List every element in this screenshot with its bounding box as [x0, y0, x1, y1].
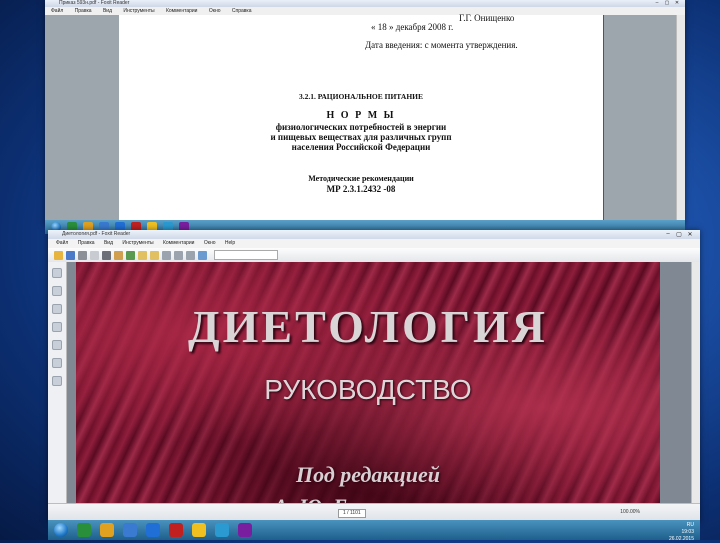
save-icon[interactable] [66, 250, 75, 260]
zoom-out-icon[interactable] [150, 250, 159, 260]
signature-icon[interactable] [52, 376, 62, 386]
menu-file[interactable]: Файл [51, 8, 63, 14]
navigation-panel [48, 262, 67, 504]
app-icon[interactable] [77, 523, 91, 537]
find-icon[interactable] [198, 250, 207, 260]
bottom-toolbar [48, 248, 700, 263]
menu-file[interactable]: Файл [56, 240, 68, 246]
bottom-vertical-scrollbar[interactable] [691, 262, 700, 504]
bottom-window-titlebar[interactable]: Диетология.pdf - Foxit Reader [48, 230, 700, 239]
top-window-controls: – ▢ ✕ [653, 0, 681, 6]
cover-editor-line-1: Под редакцией [296, 462, 440, 487]
doc-signatory: Г.Г. Онищенко [459, 13, 515, 23]
close-icon[interactable]: ✕ [673, 0, 681, 6]
language-indicator[interactable]: RU [669, 522, 694, 529]
bottom-window-controls: – ▢ ✕ [664, 231, 694, 238]
menu-edit[interactable]: Правка [78, 240, 95, 246]
bottom-window-title: Диетология.pdf - Foxit Reader [62, 231, 131, 237]
clock-time[interactable]: 19:03 [669, 529, 694, 536]
doc-date-line: « 18 » декабря 2008 г. [371, 22, 454, 32]
doc-section: 3.2.1. РАЦИОНАЛЬНОЕ ПИТАНИЕ [298, 92, 423, 101]
menu-view[interactable]: Вид [103, 8, 112, 14]
word-icon[interactable] [146, 523, 160, 537]
top-window-menubar: Файл Правка Вид Инструменты Комментарии … [45, 7, 685, 15]
menu-help[interactable]: Help [225, 240, 235, 246]
zoom-level[interactable]: 100.00% [620, 509, 640, 515]
snapshot-icon[interactable] [126, 250, 135, 260]
browser-icon[interactable] [123, 523, 137, 537]
comments-icon[interactable] [52, 340, 62, 350]
top-vertical-scrollbar[interactable] [676, 15, 685, 226]
bookmarks-icon[interactable] [52, 268, 62, 278]
zip-icon[interactable] [215, 523, 229, 537]
menu-help[interactable]: Справка [232, 8, 252, 14]
zoom-in-icon[interactable] [138, 250, 147, 260]
security-icon[interactable] [52, 358, 62, 368]
doc-subtitle-3: населения Российской Федерации [291, 142, 431, 152]
smiley-icon[interactable] [192, 523, 206, 537]
minimize-icon[interactable]: – [664, 231, 672, 238]
document-page: Г.Г. Онищенко « 18 » декабря 2008 г. Дат… [119, 13, 604, 226]
open-icon[interactable] [54, 250, 63, 260]
menu-comments[interactable]: Комментарии [163, 240, 195, 246]
close-icon[interactable]: ✕ [686, 231, 694, 238]
menu-window[interactable]: Окно [209, 8, 221, 14]
hand-tool-icon[interactable] [102, 250, 111, 260]
fit-width-icon[interactable] [174, 250, 183, 260]
menu-edit[interactable]: Правка [75, 8, 92, 14]
cover-subtitle: РУКОВОДСТВО [264, 374, 472, 405]
print-icon[interactable] [78, 250, 87, 260]
top-window-titlebar[interactable]: Приказ 593н.pdf - Foxit Reader [45, 0, 685, 7]
doc-effective-date: Дата введения: с момента утверждения. [365, 40, 518, 50]
layers-icon[interactable] [52, 304, 62, 314]
doc-subtitle-2: и пищевых веществах для различных групп [270, 132, 452, 142]
start-icon[interactable] [54, 523, 68, 537]
select-text-icon[interactable] [114, 250, 123, 260]
top-document-viewer[interactable]: Г.Г. Онищенко « 18 » декабря 2008 г. Дат… [45, 13, 685, 226]
media-icon[interactable] [238, 523, 252, 537]
book-cover: ДИЕТОЛОГИЯ РУКОВОДСТВО Под редакцией А. … [76, 262, 660, 504]
email-icon[interactable] [90, 250, 99, 260]
pages-icon[interactable] [52, 286, 62, 296]
attachments-icon[interactable] [52, 322, 62, 332]
pdf-icon[interactable] [169, 523, 183, 537]
maximize-icon[interactable]: ▢ [675, 231, 683, 238]
doc-method-1: Методические рекомендации [308, 174, 414, 183]
maximize-icon[interactable]: ▢ [663, 0, 671, 6]
search-input[interactable] [214, 250, 278, 260]
bottom-taskbar: RU 19:03 26.02.2015 [48, 520, 700, 542]
menu-tools[interactable]: Инструменты [122, 240, 153, 246]
folder-icon[interactable] [100, 523, 114, 537]
top-pdf-window: Приказ 593н.pdf - Foxit Reader – ▢ ✕ Фай… [45, 0, 685, 226]
top-window-title: Приказ 593н.pdf - Foxit Reader [59, 0, 130, 6]
rotate-icon[interactable] [186, 250, 195, 260]
bottom-window-menubar: Файл Правка Вид Инструменты Комментарии … [48, 239, 700, 248]
page-number-field[interactable]: 1 / 1101 [338, 509, 366, 518]
menu-view[interactable]: Вид [104, 240, 113, 246]
bottom-pdf-window: Диетология.pdf - Foxit Reader – ▢ ✕ Файл… [48, 230, 700, 522]
minimize-icon[interactable]: – [653, 0, 661, 6]
menu-tools[interactable]: Инструменты [123, 8, 154, 14]
doc-method-2: МР 2.3.1.2432 -08 [326, 184, 396, 194]
cover-title: ДИЕТОЛОГИЯ [188, 301, 548, 352]
doc-heading: Н О Р М Ы [326, 110, 396, 121]
menu-comments[interactable]: Комментарии [166, 8, 198, 14]
doc-subtitle-1: физиологических потребностей в энергии [275, 122, 447, 132]
menu-window[interactable]: Окно [204, 240, 216, 246]
bottom-document-viewer[interactable]: ДИЕТОЛОГИЯ РУКОВОДСТВО Под редакцией А. … [67, 262, 692, 504]
fit-page-icon[interactable] [162, 250, 171, 260]
